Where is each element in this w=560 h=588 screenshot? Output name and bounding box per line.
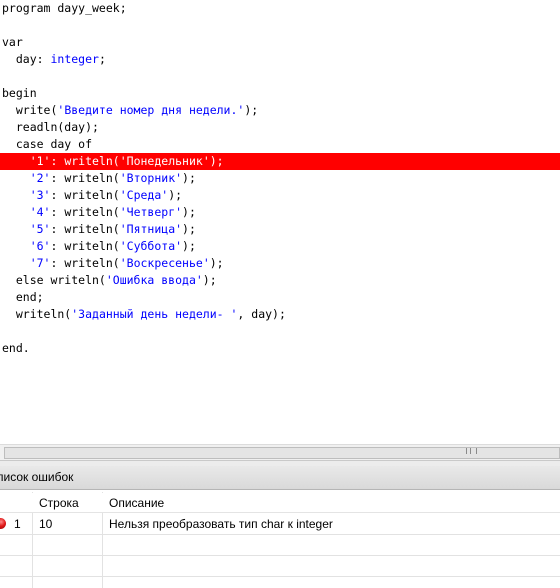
code-line[interactable]: '3': writeln('Среда'); (2, 187, 182, 204)
code-line[interactable]: else writeln('Ошибка ввода'); (2, 272, 217, 289)
code-line[interactable]: begin (2, 85, 37, 102)
error-icon (0, 518, 6, 529)
code-line[interactable]: write('Введите номер дня недели.'); (2, 102, 258, 119)
grid-divider (0, 555, 560, 556)
code-editor[interactable]: program dayy_week;var day: integer; begin… (0, 0, 560, 444)
error-list-title: писок ошибок (0, 470, 74, 484)
code-line[interactable]: '6': writeln('Суббота'); (2, 238, 196, 255)
scrollbar-grip-icon (466, 448, 477, 454)
code-line[interactable]: end. (2, 340, 30, 357)
grid-header-row: Строка Описание (0, 493, 560, 513)
grid-divider (0, 534, 560, 535)
column-header-line[interactable]: Строка (39, 493, 79, 513)
code-line[interactable]: '2': writeln('Вторник'); (2, 170, 196, 187)
code-line[interactable]: '7': writeln('Воскресенье'); (2, 255, 224, 272)
error-list-panel: писок ошибок Строка Описание 1 10 Нельзя… (0, 466, 560, 588)
code-line[interactable]: '5': writeln('Пятница'); (2, 221, 196, 238)
table-row[interactable]: 1 10 Нельзя преобразовать тип char к int… (0, 514, 560, 534)
code-line[interactable]: writeln('Заданный день недели- ', day); (2, 306, 286, 323)
code-line[interactable]: end; (2, 289, 44, 306)
error-line-number: 10 (39, 517, 53, 531)
code-line[interactable]: readln(day); (2, 119, 99, 136)
code-line[interactable]: program dayy_week; (2, 0, 127, 17)
error-list-header: писок ошибок (0, 466, 560, 490)
horizontal-scrollbar[interactable] (0, 444, 560, 460)
error-index: 1 (14, 517, 21, 531)
code-line[interactable]: day: integer; (2, 51, 106, 68)
error-list-grid: Строка Описание 1 10 Нельзя преобразоват… (0, 492, 560, 588)
column-header-description[interactable]: Описание (109, 493, 164, 513)
code-line[interactable]: '1': writeln('Понедельник'); (0, 153, 560, 170)
grid-divider (0, 576, 560, 577)
code-line[interactable]: var (2, 34, 23, 51)
error-description: Нельзя преобразовать тип char к integer (109, 517, 333, 531)
code-line[interactable]: '4': writeln('Четверг'); (2, 204, 196, 221)
code-line[interactable]: case day of (2, 136, 92, 153)
